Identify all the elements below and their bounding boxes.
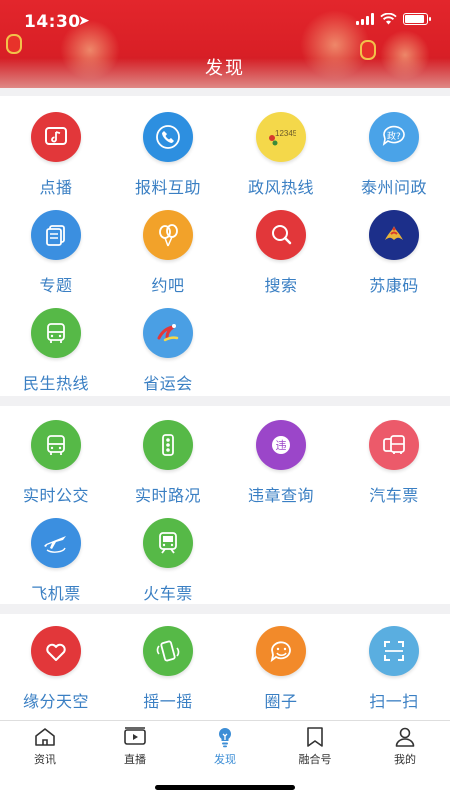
tab-zixun[interactable]: 资讯 bbox=[0, 725, 90, 769]
tile-yuanfen[interactable]: 缘分天空 bbox=[0, 614, 112, 712]
tab-ronghehao[interactable]: 融合号 bbox=[270, 725, 360, 769]
tab-label: 我的 bbox=[394, 753, 416, 766]
tile-zhengfeng[interactable]: 12345 政风热线 bbox=[225, 100, 337, 198]
scan-icon bbox=[369, 626, 419, 676]
smile-chat-icon bbox=[256, 626, 306, 676]
tile-label: 火车票 bbox=[143, 584, 193, 603]
status-indicators bbox=[356, 13, 431, 25]
home-indicator[interactable] bbox=[155, 785, 295, 790]
music-video-icon bbox=[31, 112, 81, 162]
government-question-icon: 政? bbox=[369, 112, 419, 162]
tile-label: 政风热线 bbox=[247, 178, 314, 197]
tile-search[interactable]: 搜索 bbox=[225, 198, 337, 296]
tile-quanzi[interactable]: 圈子 bbox=[225, 614, 337, 712]
violation-icon: 违 bbox=[256, 420, 306, 470]
svg-text:12345: 12345 bbox=[275, 129, 296, 138]
tab-wode[interactable]: 我的 bbox=[360, 725, 450, 769]
balloon-icon bbox=[143, 210, 193, 260]
bus-icon bbox=[31, 420, 81, 470]
airplane-icon bbox=[31, 518, 81, 568]
tab-label: 直播 bbox=[124, 753, 146, 766]
tile-label: 缘分天空 bbox=[22, 692, 89, 711]
tile-taizhou-wenzheng[interactable]: 政? 泰州问政 bbox=[338, 100, 450, 198]
discover-content[interactable]: 点播 报料互助 12345 政风热线 政? 泰州问政 专题 约吧 搜索 苏康码 … bbox=[0, 88, 450, 720]
bookmark-icon bbox=[307, 727, 323, 747]
wifi-icon bbox=[380, 13, 397, 25]
status-time: 14:30 bbox=[24, 12, 81, 32]
live-tv-icon bbox=[124, 727, 146, 745]
tile-baoliao[interactable]: 报料互助 bbox=[112, 100, 224, 198]
tile-label: 圈子 bbox=[264, 692, 298, 711]
tile-label: 苏康码 bbox=[369, 276, 419, 295]
tile-label: 摇一摇 bbox=[143, 692, 193, 711]
bus-icon bbox=[31, 308, 81, 358]
home-icon bbox=[35, 728, 55, 746]
svg-text:政?: 政? bbox=[387, 130, 401, 142]
tile-label: 实时路况 bbox=[134, 486, 201, 505]
hotline-12345-icon: 12345 bbox=[256, 112, 306, 162]
tab-label: 资讯 bbox=[34, 753, 56, 766]
search-icon bbox=[256, 210, 306, 260]
tab-label: 融合号 bbox=[298, 753, 332, 766]
tile-minsheng[interactable]: 民生热线 bbox=[0, 296, 112, 394]
tab-faxian[interactable]: 发现 bbox=[180, 725, 270, 769]
tab-label: 发现 bbox=[214, 753, 236, 766]
tile-qichepiao[interactable]: 汽车票 bbox=[338, 408, 450, 506]
phoenix-logo-icon bbox=[369, 210, 419, 260]
games-logo-icon bbox=[143, 308, 193, 358]
tile-yueba[interactable]: 约吧 bbox=[112, 198, 224, 296]
tile-label: 点播 bbox=[39, 178, 73, 197]
tile-shishi-lukuang[interactable]: 实时路况 bbox=[112, 408, 224, 506]
shake-phone-icon bbox=[143, 626, 193, 676]
tile-label: 民生热线 bbox=[22, 374, 89, 393]
cellular-signal-icon bbox=[356, 13, 374, 25]
tile-label: 搜索 bbox=[264, 276, 298, 295]
location-arrow-icon: ➤ bbox=[78, 13, 90, 29]
tile-label: 飞机票 bbox=[31, 584, 81, 603]
tile-zhuanti[interactable]: 专题 bbox=[0, 198, 112, 296]
svg-text:违: 违 bbox=[276, 439, 287, 452]
tile-sukangma[interactable]: 苏康码 bbox=[338, 198, 450, 296]
page-title: 发现 bbox=[205, 58, 245, 79]
header: 14:30 ➤ 发现 bbox=[0, 0, 450, 88]
topic-icon bbox=[31, 210, 81, 260]
status-bar: 14:30 ➤ bbox=[0, 0, 450, 44]
coach-ticket-icon bbox=[369, 420, 419, 470]
tile-weizhang[interactable]: 违 违章查询 bbox=[225, 408, 337, 506]
tile-label: 实时公交 bbox=[22, 486, 89, 505]
tile-yaoyiyao[interactable]: 摇一摇 bbox=[112, 614, 224, 712]
tile-label: 汽车票 bbox=[369, 486, 419, 505]
tile-shengyunhui[interactable]: 省运会 bbox=[112, 296, 224, 394]
tile-label: 扫一扫 bbox=[369, 692, 419, 711]
tile-dianbo[interactable]: 点播 bbox=[0, 100, 112, 198]
tile-label: 泰州问政 bbox=[360, 178, 427, 197]
tile-feijipiao[interactable]: 飞机票 bbox=[0, 506, 112, 604]
tile-shishi-gongjiao[interactable]: 实时公交 bbox=[0, 408, 112, 506]
tile-label: 违章查询 bbox=[247, 486, 314, 505]
tile-label: 约吧 bbox=[151, 276, 185, 295]
phone-icon bbox=[143, 112, 193, 162]
services-section-3: 缘分天空 摇一摇 圈子 扫一扫 bbox=[0, 614, 450, 720]
train-icon bbox=[143, 518, 193, 568]
discover-bulb-icon bbox=[218, 727, 232, 748]
tile-huochepiao[interactable]: 火车票 bbox=[112, 506, 224, 604]
tile-scan[interactable]: 扫一扫 bbox=[338, 614, 450, 712]
tile-label: 报料互助 bbox=[134, 178, 201, 197]
heart-icon bbox=[31, 626, 81, 676]
tab-zhibo[interactable]: 直播 bbox=[90, 725, 180, 769]
tile-label: 专题 bbox=[39, 276, 73, 295]
services-section-2: 实时公交 实时路况 违 违章查询 汽车票 飞机票 火车票 bbox=[0, 406, 450, 604]
person-icon bbox=[395, 727, 415, 747]
services-section-1: 点播 报料互助 12345 政风热线 政? 泰州问政 专题 约吧 搜索 苏康码 … bbox=[0, 96, 450, 396]
traffic-light-icon bbox=[143, 420, 193, 470]
battery-icon bbox=[403, 13, 431, 25]
tile-label: 省运会 bbox=[143, 374, 193, 393]
